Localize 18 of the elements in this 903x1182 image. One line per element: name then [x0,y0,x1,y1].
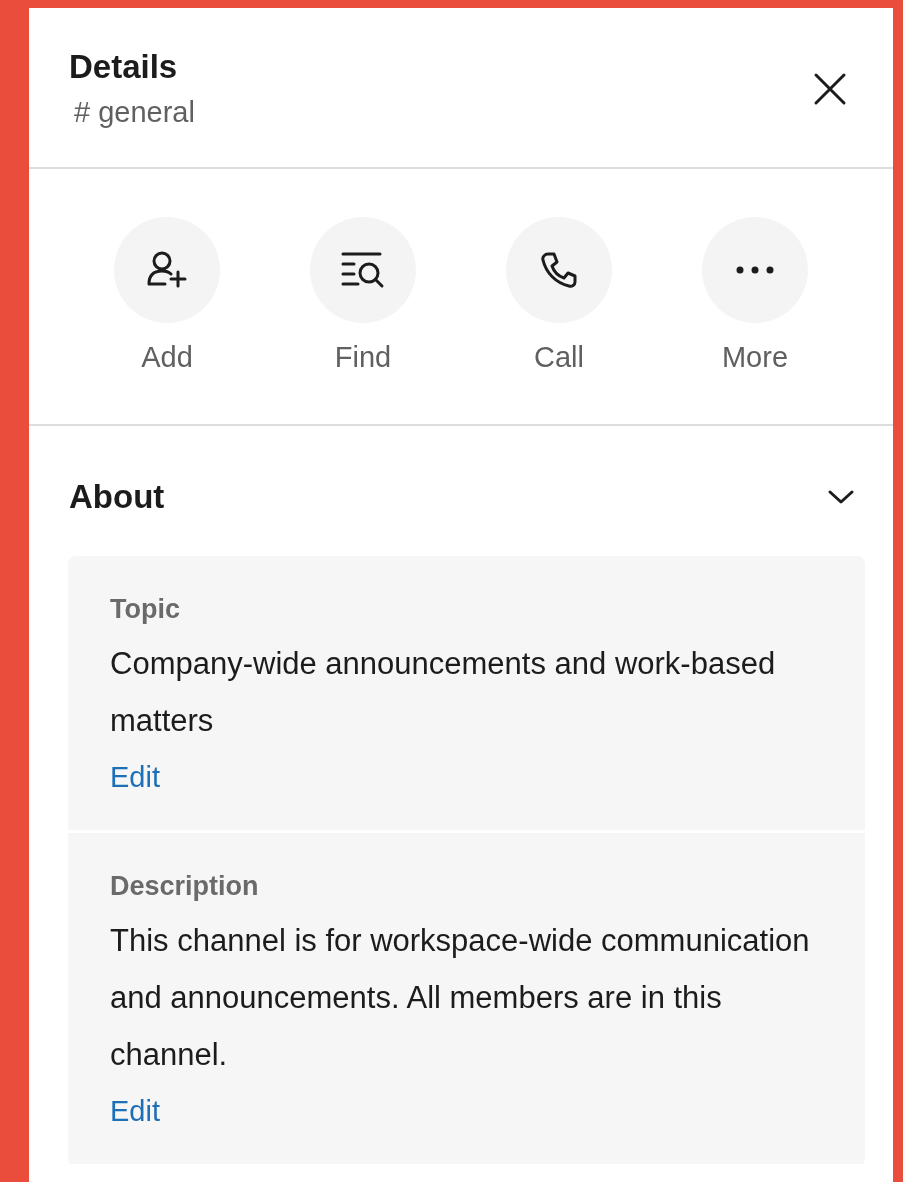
channel-name: # general [73,96,195,129]
field-text: This channel is for workspace-wide communication and announcements. All members are in this channel. [110,922,811,1074]
panel-title: Details [69,48,179,86]
field-label: Topic [110,594,180,625]
action-label: Find [334,341,392,374]
edit-link[interactable]: Edit [110,1095,160,1128]
edit-link[interactable]: Edit [110,761,160,794]
close-icon[interactable] [813,71,847,106]
action-label: Add [141,341,193,374]
search-list-icon [340,250,386,290]
action-label: Call [534,341,584,374]
phone-icon [539,250,579,290]
more-icon [735,266,775,274]
field-label: Description [110,871,259,902]
action-label: More [721,341,789,374]
chevron-icon[interactable] [827,489,855,505]
field-text: Company-wide announcements and work-based matters [110,645,777,740]
section-title: About [69,478,165,516]
